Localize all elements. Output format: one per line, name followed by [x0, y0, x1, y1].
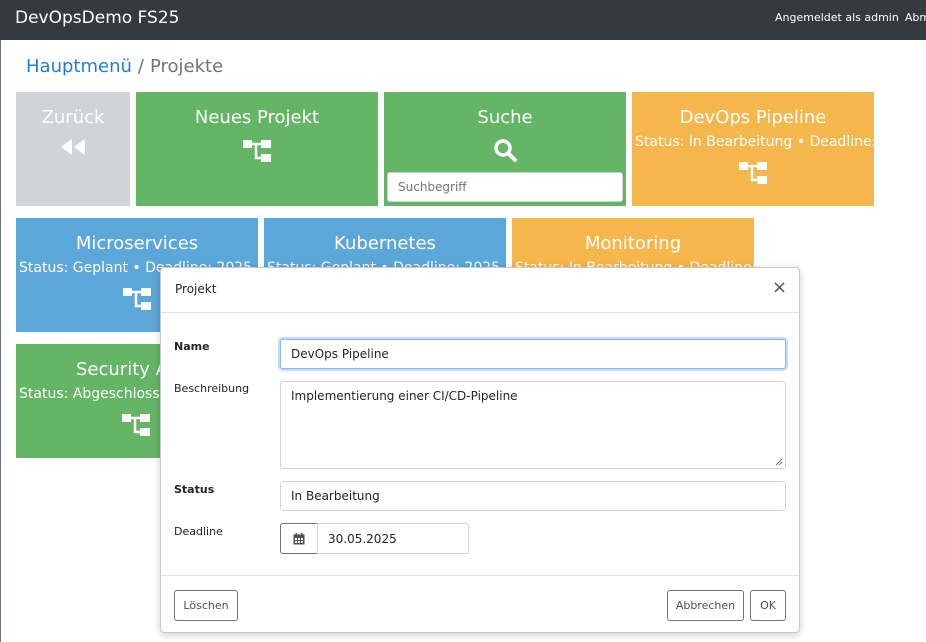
logout-link[interactable]: Abmelden [905, 11, 926, 24]
top-navbar: DevOpsDemo FS25 Angemeldet als admin Abme… [0, 0, 926, 40]
description-textarea[interactable]: Implementierung einer CI/CD-Pipeline [280, 381, 786, 469]
project-modal: Projekt × Name DevOps Pipeline Beschreib… [160, 267, 800, 633]
calendar-button[interactable] [280, 523, 318, 554]
modal-title: Projekt [175, 282, 217, 296]
ok-button[interactable]: OK [750, 590, 786, 621]
modal-header: Projekt × [161, 268, 799, 313]
sitemap-icon [739, 162, 767, 184]
deadline-input[interactable]: 30.05.2025 [317, 523, 469, 554]
resize-handle-icon[interactable] [775, 458, 783, 466]
delete-button[interactable]: Löschen [174, 590, 238, 621]
status-label: Status [174, 483, 215, 496]
description-label: Beschreibung [174, 382, 250, 395]
status-input[interactable]: In Bearbeitung [280, 481, 786, 511]
project-title: Kubernetes [334, 233, 436, 254]
new-project-tile-title: Neues Projekt [194, 107, 320, 128]
project-title: DevOps Pipeline [679, 107, 827, 128]
project-title: Monitoring [584, 233, 682, 254]
description-text: Implementierung einer CI/CD-Pipeline [291, 389, 518, 403]
name-input[interactable]: DevOps Pipeline [280, 339, 786, 369]
back-tile[interactable]: Zurück [16, 92, 130, 206]
modal-footer: Löschen Abbrechen OK [161, 575, 799, 632]
rewind-icon [61, 139, 85, 155]
search-input[interactable]: Suchbegriff [387, 172, 623, 202]
logged-in-label: Angemeldet als admin [775, 11, 899, 24]
sitemap-icon [243, 140, 271, 162]
cancel-button[interactable]: Abbrechen [667, 590, 744, 621]
project-status: Status: In Bearbeitung • Deadline: 30.05… [635, 134, 874, 150]
search-tile-title: Suche [477, 107, 533, 128]
name-label: Name [174, 340, 210, 353]
sitemap-icon [122, 414, 150, 436]
project-tile-devops-pipeline[interactable]: DevOps Pipeline Status: In Bearbeitung •… [632, 92, 874, 206]
deadline-label: Deadline [174, 525, 223, 538]
breadcrumb: Hauptmenü / Projekte [26, 56, 223, 77]
calendar-icon [293, 533, 305, 545]
breadcrumb-current: Projekte [149, 56, 224, 77]
app-title[interactable]: DevOpsDemo FS25 [15, 8, 179, 28]
user-info: Angemeldet als admin Abmelden [775, 11, 926, 24]
sitemap-icon [123, 288, 151, 310]
close-icon[interactable]: × [772, 279, 787, 297]
back-tile-title: Zurück [41, 107, 105, 128]
breadcrumb-separator: / [137, 56, 144, 77]
breadcrumb-home-link[interactable]: Hauptmenü [26, 56, 132, 77]
magnifier-icon[interactable] [493, 138, 517, 162]
left-border [0, 40, 1, 642]
new-project-tile[interactable]: Neues Projekt [136, 92, 378, 206]
search-tile: Suche Suchbegriff [384, 92, 626, 206]
project-title: Microservices [75, 233, 199, 254]
